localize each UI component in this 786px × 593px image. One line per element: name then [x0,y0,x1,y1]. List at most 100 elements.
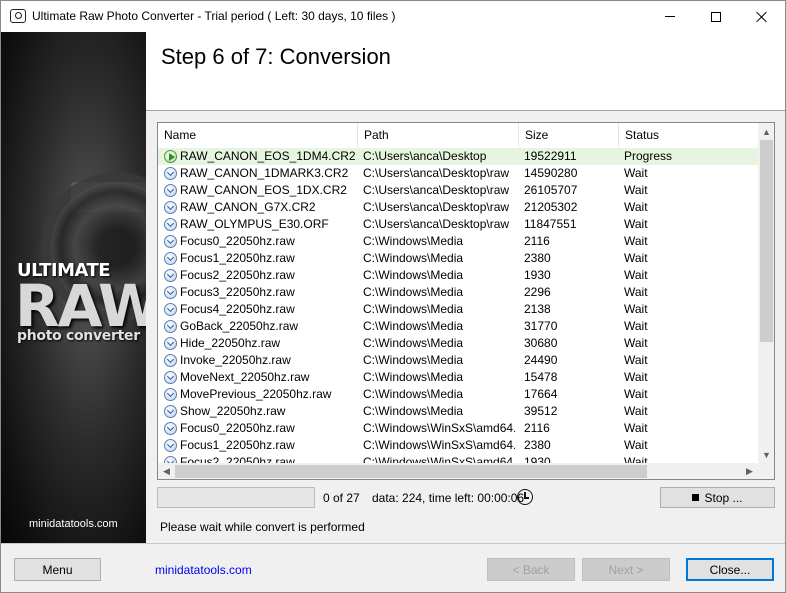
vertical-scroll-thumb[interactable] [760,140,773,342]
cell-name: Focus0_22050hz.raw [180,234,295,248]
cell-path: C:\Windows\Media [363,234,464,248]
table-row[interactable]: Hide_22050hz.raw C:\Windows\Media 30680 Wai… [158,335,758,352]
table-row[interactable]: Focus3_22050hz.raw C:\Windows\Media 2296 Wa… [158,284,758,301]
header-divider [146,110,785,111]
cell-size: 2116 [524,234,550,248]
scroll-down-icon[interactable]: ▼ [758,446,774,463]
wait-status-icon [164,456,177,463]
cell-path: C:\Users\anca\Desktop\raw [363,217,510,231]
table-row[interactable]: Focus1_22050hz.raw C:\Windows\WinSxS\amd6… [158,437,758,454]
vertical-scrollbar[interactable]: ▲ ▼ [758,123,774,463]
file-list[interactable]: Name Path Size Status RAW_CANON_EOS_1DM4… [157,122,775,480]
cell-path: C:\Windows\Media [363,387,464,401]
table-row[interactable]: RAW_OLYMPUS_E30.ORF C:\Users\anca\Desktop… [158,216,758,233]
cell-name: RAW_CANON_G7X.CR2 [180,200,316,214]
table-row[interactable]: Invoke_22050hz.raw C:\Windows\Media 24490 W… [158,352,758,369]
cell-name: GoBack_22050hz.raw [180,319,299,333]
table-row[interactable]: RAW_CANON_G7X.CR2 C:\Users\anca\Desktop\r… [158,199,758,216]
horizontal-scroll-thumb[interactable] [175,465,647,478]
cell-status: Wait [624,353,648,367]
cell-name: RAW_CANON_1DMARK3.CR2 [180,166,349,180]
column-header-path[interactable]: Path [358,123,519,147]
progress-count: 0 of 27 [323,491,360,505]
title-bar: Ultimate Raw Photo Converter - Trial per… [1,1,785,32]
cell-status: Wait [624,285,648,299]
table-row[interactable]: Show_22050hz.raw C:\Windows\Media 39512 Wai… [158,403,758,420]
cell-name: Focus1_22050hz.raw [180,438,295,452]
table-row[interactable]: GoBack_22050hz.raw C:\Windows\Media 31770 W… [158,318,758,335]
column-header-name[interactable]: Name [158,123,358,147]
table-row[interactable]: RAW_CANON_1DMARK3.CR2 C:\Users\anca\Deskt… [158,165,758,182]
back-button[interactable]: < Back [487,558,575,581]
stop-icon [692,494,700,501]
table-row[interactable]: Focus2_22050hz.raw C:\Windows\Media 1930 Wa… [158,267,758,284]
column-header-status[interactable]: Status [619,123,758,147]
cell-size: 26105707 [524,183,578,197]
cell-name: Focus2_22050hz.raw [180,268,295,282]
table-row[interactable]: Focus0_22050hz.raw C:\Windows\WinSxS\amd6… [158,420,758,437]
cell-size: 2138 [524,302,551,316]
minimize-icon [665,16,675,17]
cell-size: 2380 [524,438,551,452]
cell-status: Wait [624,268,648,282]
cell-size: 14590280 [524,166,578,180]
menu-button[interactable]: Menu [14,558,101,581]
wait-status-icon [164,337,177,350]
minimize-button[interactable] [647,1,693,32]
play-status-icon [164,150,177,163]
scroll-right-icon[interactable]: ▶ [741,463,758,479]
cell-path: C:\Windows\Media [363,302,464,316]
cell-path: C:\Users\anca\Desktop [363,149,487,163]
cell-size: 21205302 [524,200,578,214]
cell-status: Wait [624,421,648,435]
cell-status: Wait [624,183,648,197]
column-header-size[interactable]: Size [519,123,619,147]
cell-name: RAW_CANON_EOS_1DX.CR2 [180,183,347,197]
footer-bar: Menu minidatatools.com < Back Next > Clo… [1,543,785,592]
cell-status: Wait [624,302,648,316]
cell-path: C:\Windows\Media [363,268,464,282]
wait-status-icon [164,218,177,231]
progress-bar [157,487,315,508]
cell-size: 19522911 [524,149,577,163]
stop-button[interactable]: Stop ... [660,487,775,508]
cell-size: 11847551 [524,217,577,231]
status-message: Please wait while convert is performed [160,520,365,534]
table-row[interactable]: Focus4_22050hz.raw C:\Windows\Media 2138 Wa… [158,301,758,318]
next-button[interactable]: Next > [582,558,670,581]
cell-path: C:\Windows\Media [363,251,464,265]
cell-status: Wait [624,166,648,180]
table-row[interactable]: RAW_CANON_EOS_1DX.CR2 C:\Users\anca\Deskt… [158,182,758,199]
cell-path: C:\Users\anca\Desktop\raw [363,183,510,197]
cell-size: 15478 [524,370,558,384]
horizontal-scrollbar[interactable]: ◀ ▶ [158,463,758,479]
wait-status-icon [164,167,177,180]
list-header: Name Path Size Status [158,123,758,147]
table-row[interactable]: MoveNext_22050hz.raw C:\Windows\Media 1547… [158,369,758,386]
maximize-icon [711,11,721,22]
wait-status-icon [164,405,177,418]
cell-size: 2296 [524,285,551,299]
scroll-up-icon[interactable]: ▲ [758,123,774,140]
table-row[interactable]: MovePrevious_22050hz.raw C:\Windows\Media… [158,386,758,403]
cell-path: C:\Windows\Media [363,404,464,418]
table-row[interactable]: Focus1_22050hz.raw C:\Windows\Media 2380 Wa… [158,250,758,267]
website-link[interactable]: minidatatools.com [155,563,252,577]
wait-status-icon [164,252,177,265]
cell-name: Focus3_22050hz.raw [180,285,295,299]
brand-logo-line3: photo converter [17,328,140,344]
scroll-left-icon[interactable]: ◀ [158,463,175,479]
table-row[interactable]: Focus2_22050hz.raw C:\Windows\WinSxS\amd6… [158,454,758,463]
table-row[interactable]: RAW_CANON_EOS_1DM4.CR2 C:\Users\anca\Desk… [158,148,758,165]
cell-path: C:\Windows\Media [363,353,464,367]
progress-info: data: 224, time left: 00:00:06 [372,491,525,505]
cell-name: MovePrevious_22050hz.raw [180,387,332,401]
wait-status-icon [164,184,177,197]
cell-path: C:\Windows\WinSxS\amd64... [363,438,515,452]
close-window-button[interactable] [739,1,785,32]
close-button[interactable]: Close... [686,558,774,581]
maximize-button[interactable] [693,1,739,32]
cell-name: RAW_OLYMPUS_E30.ORF [180,217,329,231]
table-row[interactable]: Focus0_22050hz.raw C:\Windows\Media 2116 Wa… [158,233,758,250]
cell-name: MoveNext_22050hz.raw [180,370,310,384]
